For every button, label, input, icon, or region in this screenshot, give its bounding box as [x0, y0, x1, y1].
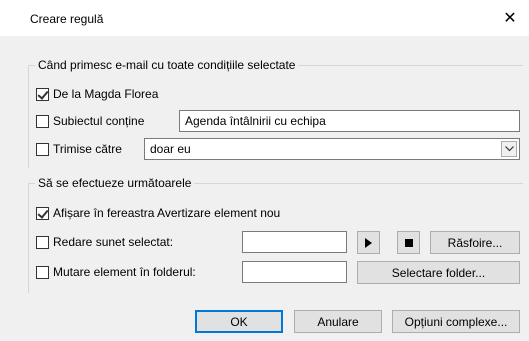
from-label: De la Magda Florea	[53, 87, 159, 101]
subject-label: Subiectul conține	[53, 114, 145, 128]
sent-to-checkbox[interactable]	[36, 142, 49, 156]
sound-checkbox[interactable]	[36, 235, 49, 249]
move-checkbox[interactable]	[36, 265, 49, 279]
subject-input[interactable]: Agenda întâlnirii cu echipa	[179, 110, 520, 132]
chevron-down-icon[interactable]	[501, 141, 517, 157]
cancel-button[interactable]: Anulare	[294, 310, 382, 333]
close-icon[interactable]: ✕	[499, 8, 521, 28]
from-checkbox[interactable]	[36, 87, 49, 101]
ok-button[interactable]: OK	[195, 310, 283, 333]
conditions-legend: Când primesc e-mail cu toate condițiile …	[35, 58, 299, 72]
dialog-title: Creare regulă	[30, 12, 104, 26]
create-rule-dialog: Creare regulă ✕ Când primesc e-mail cu t…	[0, 0, 529, 341]
sent-to-value: doar eu	[150, 142, 191, 156]
sent-to-condition[interactable]: Trimise către	[36, 142, 122, 156]
from-condition[interactable]: De la Magda Florea	[36, 87, 158, 101]
subject-condition[interactable]: Subiectul conține	[36, 114, 144, 128]
subject-checkbox[interactable]	[36, 114, 49, 128]
alert-action[interactable]: Afișare în fereastra Avertizare element …	[36, 206, 280, 220]
play-button[interactable]	[357, 231, 380, 254]
play-icon	[365, 237, 372, 248]
select-folder-button[interactable]: Selectare folder...	[357, 261, 520, 284]
alert-label: Afișare în fereastra Avertizare element …	[53, 206, 281, 220]
title-bar: Creare regulă ✕	[0, 0, 529, 36]
move-label: Mutare element în folderul:	[53, 265, 196, 279]
sound-label: Redare sunet selectat:	[53, 235, 174, 249]
sent-to-label: Trimise către	[53, 142, 122, 156]
sound-input[interactable]	[242, 231, 347, 253]
advanced-options-button[interactable]: Opțiuni complexe...	[392, 310, 520, 333]
sound-action[interactable]: Redare sunet selectat:	[36, 235, 173, 249]
stop-icon	[404, 238, 413, 247]
move-action[interactable]: Mutare element în folderul:	[36, 265, 196, 279]
alert-checkbox[interactable]	[36, 206, 49, 220]
sent-to-select[interactable]: doar eu	[144, 138, 520, 160]
browse-button[interactable]: Răsfoire...	[430, 231, 520, 254]
actions-legend: Să se efectueze următoarele	[35, 176, 195, 190]
stop-button[interactable]	[397, 231, 420, 254]
move-folder-input[interactable]	[242, 261, 347, 283]
